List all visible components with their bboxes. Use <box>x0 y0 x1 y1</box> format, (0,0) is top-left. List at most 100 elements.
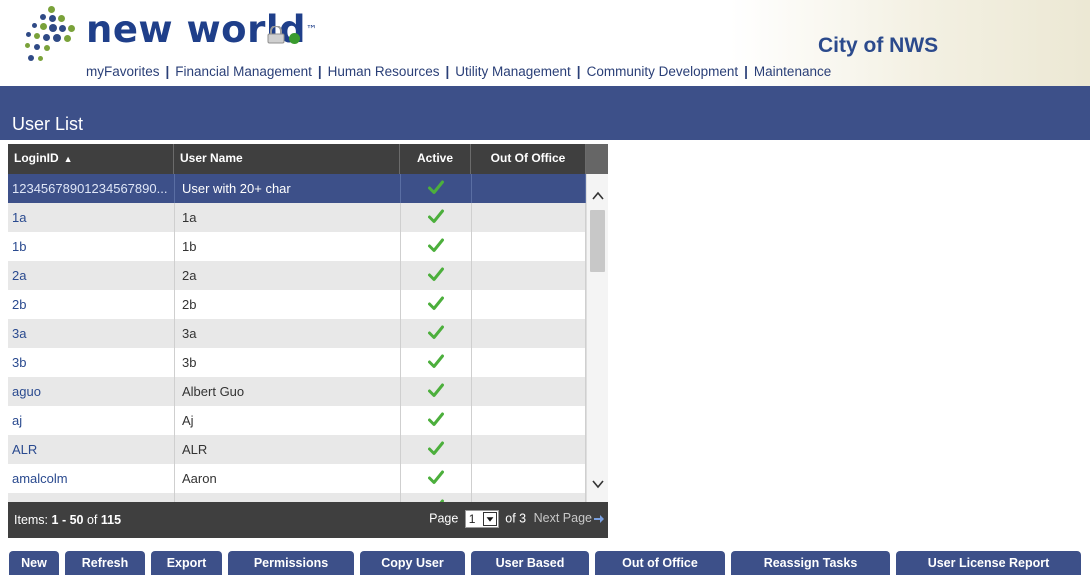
cell-login-id[interactable]: 3b <box>8 348 174 377</box>
check-icon <box>428 412 444 428</box>
pager: Page 1 of 3 Next Page <box>429 510 604 528</box>
table-row[interactable]: 2a 2a <box>8 261 586 290</box>
chevron-down-icon[interactable] <box>482 512 497 526</box>
table-row[interactable]: amalcolm Aaron <box>8 464 586 493</box>
cell-login-id[interactable]: aguo <box>8 377 174 406</box>
cell-active <box>400 493 471 502</box>
column-header-login-id-label: LoginID <box>14 151 59 165</box>
cell-user-name: 1a <box>174 203 400 232</box>
cell-user-name: Albert Guo <box>174 377 400 406</box>
check-icon <box>428 180 444 196</box>
cell-user-name: User with 20+ char <box>174 174 400 203</box>
check-icon <box>428 267 444 283</box>
table-row[interactable]: 1b 1b <box>8 232 586 261</box>
nav-separator: | <box>165 64 170 79</box>
action-button-bar: New Refresh Export Permissions Copy User… <box>0 551 1090 576</box>
nav-separator: | <box>445 64 450 79</box>
cell-out-of-office <box>471 203 586 232</box>
page-select[interactable]: 1 <box>464 510 499 528</box>
cell-login-id[interactable]: 1a <box>8 203 174 232</box>
table-row[interactable]: 3a 3a <box>8 319 586 348</box>
check-icon <box>428 383 444 399</box>
check-icon <box>428 441 444 457</box>
cell-login-id[interactable]: amalcolm <box>8 464 174 493</box>
column-header-user-name[interactable]: User Name <box>174 144 400 174</box>
cell-login-id[interactable]: aseemtest <box>8 493 174 502</box>
column-header-login-id[interactable]: LoginID ▲ <box>8 144 174 174</box>
cell-out-of-office <box>471 377 586 406</box>
user-license-report-button[interactable]: User License Report <box>896 551 1081 575</box>
table-row[interactable]: 3b 3b <box>8 348 586 377</box>
cell-login-id[interactable]: aj <box>8 406 174 435</box>
cell-login-id[interactable]: 3a <box>8 319 174 348</box>
column-header-out-of-office[interactable]: Out Of Office <box>471 144 586 174</box>
cell-active <box>400 290 471 319</box>
cell-login-id[interactable]: 12345678901234567890... <box>8 174 174 203</box>
cell-out-of-office <box>471 232 586 261</box>
check-icon <box>428 238 444 254</box>
page-count: of 3 <box>505 511 527 526</box>
cell-active <box>400 464 471 493</box>
table-row[interactable]: 12345678901234567890... User with 20+ cha… <box>8 174 586 203</box>
cell-active <box>400 435 471 464</box>
nav-human-resources[interactable]: Human Resources <box>328 64 440 79</box>
table-row[interactable]: 2b 2b <box>8 290 586 319</box>
reassign-tasks-button[interactable]: Reassign Tasks <box>731 551 890 575</box>
cell-login-id[interactable]: 2b <box>8 290 174 319</box>
table-row[interactable]: ALR ALR <box>8 435 586 464</box>
check-icon <box>428 325 444 341</box>
column-header-active[interactable]: Active <box>400 144 471 174</box>
page-label: Page <box>429 511 459 526</box>
permissions-button[interactable]: Permissions <box>228 551 354 575</box>
user-based-button[interactable]: User Based <box>471 551 589 575</box>
new-button[interactable]: New <box>9 551 59 575</box>
cell-login-id[interactable]: ALR <box>8 435 174 464</box>
scrollbar-thumb[interactable] <box>590 210 605 272</box>
refresh-button[interactable]: Refresh <box>65 551 145 575</box>
cell-active <box>400 203 471 232</box>
next-page-label: Next Page <box>533 511 592 526</box>
next-page-link[interactable]: Next Page <box>534 511 604 525</box>
lock-icon <box>267 26 285 44</box>
items-count: Items: 1 - 50 of 115 <box>14 513 121 527</box>
cell-active <box>400 406 471 435</box>
cell-user-name: 2a <box>174 261 400 290</box>
check-icon <box>428 209 444 225</box>
export-button[interactable]: Export <box>151 551 222 575</box>
cell-user-name: 3b <box>174 348 400 377</box>
nav-utility-management[interactable]: Utility Management <box>455 64 571 79</box>
check-icon <box>428 354 444 370</box>
vertical-scrollbar[interactable] <box>586 174 608 502</box>
cell-user-name: 2b <box>174 290 400 319</box>
page-title-bar: User List <box>0 86 1090 140</box>
nav-community-development[interactable]: Community Development <box>587 64 739 79</box>
brand-trademark: ™ <box>306 23 318 36</box>
cell-out-of-office <box>471 435 586 464</box>
cell-user-name: Aaron <box>174 464 400 493</box>
nav-financial-management[interactable]: Financial Management <box>175 64 312 79</box>
cell-out-of-office <box>471 290 586 319</box>
cell-user-name: 1b <box>174 232 400 261</box>
items-total: 115 <box>100 513 122 527</box>
page-select-value: 1 <box>468 512 476 526</box>
nav-maintenance[interactable]: Maintenance <box>754 64 831 79</box>
nav-separator: | <box>317 64 322 79</box>
cell-active <box>400 174 471 203</box>
status-dot-icon <box>289 33 300 44</box>
items-range: 1 - 50 <box>51 513 84 527</box>
cell-login-id[interactable]: 1b <box>8 232 174 261</box>
chevron-down-icon[interactable] <box>590 476 606 492</box>
out-of-office-button[interactable]: Out of Office <box>595 551 725 575</box>
sort-asc-icon: ▲ <box>63 154 73 164</box>
table-row[interactable]: 1a 1a <box>8 203 586 232</box>
table-row[interactable]: aj Aj <box>8 406 586 435</box>
nav-my-favorites[interactable]: myFavorites <box>86 64 160 79</box>
cell-login-id[interactable]: 2a <box>8 261 174 290</box>
cell-out-of-office <box>471 261 586 290</box>
items-label: Items: <box>14 513 49 527</box>
header-scroll-spacer <box>586 144 608 174</box>
table-row[interactable]: aguo Albert Guo <box>8 377 586 406</box>
chevron-up-icon[interactable] <box>590 188 606 204</box>
copy-user-button[interactable]: Copy User <box>360 551 465 575</box>
table-row[interactable]: aseemtestaseem test <box>8 493 586 502</box>
